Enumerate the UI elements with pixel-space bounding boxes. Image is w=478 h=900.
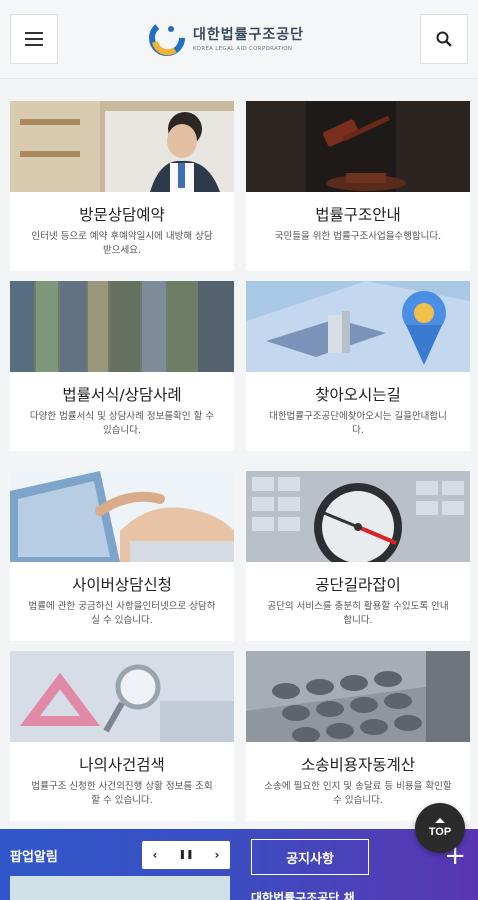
- card-image: [10, 101, 234, 192]
- top-label: TOP: [428, 826, 452, 838]
- card-description: 소송에 필요한 인지 및 송달료 등 비용을 확인할 수 있습니다.: [264, 781, 452, 806]
- card-title: 소송비용자동계산: [300, 756, 416, 774]
- card-title: 나의사건검색: [79, 756, 165, 774]
- notice-item[interactable]: 대한법률구조공단 채: [251, 889, 355, 900]
- card-image: [246, 101, 470, 192]
- card-title: 사이버상담신청: [72, 576, 172, 594]
- prev-icon[interactable]: ‹: [153, 848, 158, 862]
- card-description: 국민들을 위한 법률구조사업을수행합니다.: [274, 231, 442, 242]
- card-title: 방문상담예약: [79, 206, 165, 224]
- logo-title: 대한법률구조공단: [193, 27, 305, 43]
- card-cyber-consultation[interactable]: 사이버상담신청 법률에 관한 궁금하신 사항을인터넷으로 상담하실 수 있습니다…: [10, 471, 234, 641]
- card-description: 인터넷 등으로 예약 후예약일시에 내방해 상담 받으세요.: [31, 231, 213, 256]
- card-description: 다양한 법률서식 및 상담사례 정보를확인 할 수 있습니다.: [29, 411, 215, 436]
- notice-tab[interactable]: 공지사항: [251, 839, 369, 875]
- card-legal-forms[interactable]: 법률서식/상담사례 다양한 법률서식 및 상담사례 정보를확인 할 수 있습니다…: [10, 281, 234, 451]
- card-image: [10, 281, 234, 372]
- card-title: 공단길라잡이: [315, 576, 401, 594]
- card-legal-aid-guide[interactable]: 법률구조안내 국민들을 위한 법률구조사업을수행합니다.: [246, 101, 470, 271]
- card-case-search[interactable]: 나의사건검색 법률구조 신청한 사건의진행 상황 정보를 조회할 수 있습니다.: [10, 651, 234, 821]
- popup-pager: ‹ ❚❚ ›: [142, 841, 230, 869]
- card-image: [10, 471, 234, 562]
- next-icon[interactable]: ›: [215, 848, 220, 862]
- card-image: [246, 651, 470, 742]
- hamburger-icon: [25, 32, 43, 46]
- popup-title: 팝업알림: [10, 850, 58, 865]
- logo[interactable]: 대한법률구조공단 KOREA LEGAL AID CORPORATION: [149, 20, 304, 56]
- search-icon: [436, 31, 452, 47]
- search-button[interactable]: [420, 14, 468, 64]
- scroll-top-button[interactable]: TOP: [415, 803, 465, 853]
- card-corporation-guide[interactable]: 공단길라잡이 공단의 서비스를 충분히 활용할 수있도록 안내합니다.: [246, 471, 470, 641]
- header: 대한법률구조공단 KOREA LEGAL AID CORPORATION: [0, 0, 478, 79]
- card-description: 법률에 관한 궁금하신 사항을인터넷으로 상담하실 수 있습니다.: [28, 601, 216, 626]
- popup-preview[interactable]: [10, 876, 230, 900]
- card-title: 법률구조안내: [315, 206, 401, 224]
- card-title: 찾아오시는길: [315, 386, 401, 404]
- card-description: 대한법률구조공단에찾아오시는 길을안내합니다.: [269, 411, 447, 436]
- card-description: 법률구조 신청한 사건의진행 상황 정보를 조회할 수 있습니다.: [31, 781, 213, 806]
- card-description: 공단의 서비스를 충분히 활용할 수있도록 안내합니다.: [267, 601, 449, 626]
- card-image: [246, 471, 470, 562]
- logo-mark-icon: [149, 20, 185, 56]
- card-visit-reservation[interactable]: 방문상담예약 인터넷 등으로 예약 후예약일시에 내방해 상담 받으세요.: [10, 101, 234, 271]
- menu-button[interactable]: [10, 14, 58, 64]
- card-image: [10, 651, 234, 742]
- card-image: [246, 281, 470, 372]
- logo-subtitle: KOREA LEGAL AID CORPORATION: [193, 46, 293, 52]
- card-title: 법률서식/상담사례: [62, 386, 182, 404]
- bottom-bar: 팝업알림 ‹ ❚❚ › 공지사항 + 대한법률구조공단 채: [0, 829, 478, 900]
- card-litigation-cost[interactable]: 소송비용자동계산 소송에 필요한 인지 및 송달료 등 비용을 확인할 수 있습…: [246, 651, 470, 821]
- arrow-up-icon: [435, 818, 445, 823]
- pause-icon[interactable]: ❚❚: [178, 850, 193, 860]
- card-directions[interactable]: 찾아오시는길 대한법률구조공단에찾아오시는 길을안내합니다.: [246, 281, 470, 451]
